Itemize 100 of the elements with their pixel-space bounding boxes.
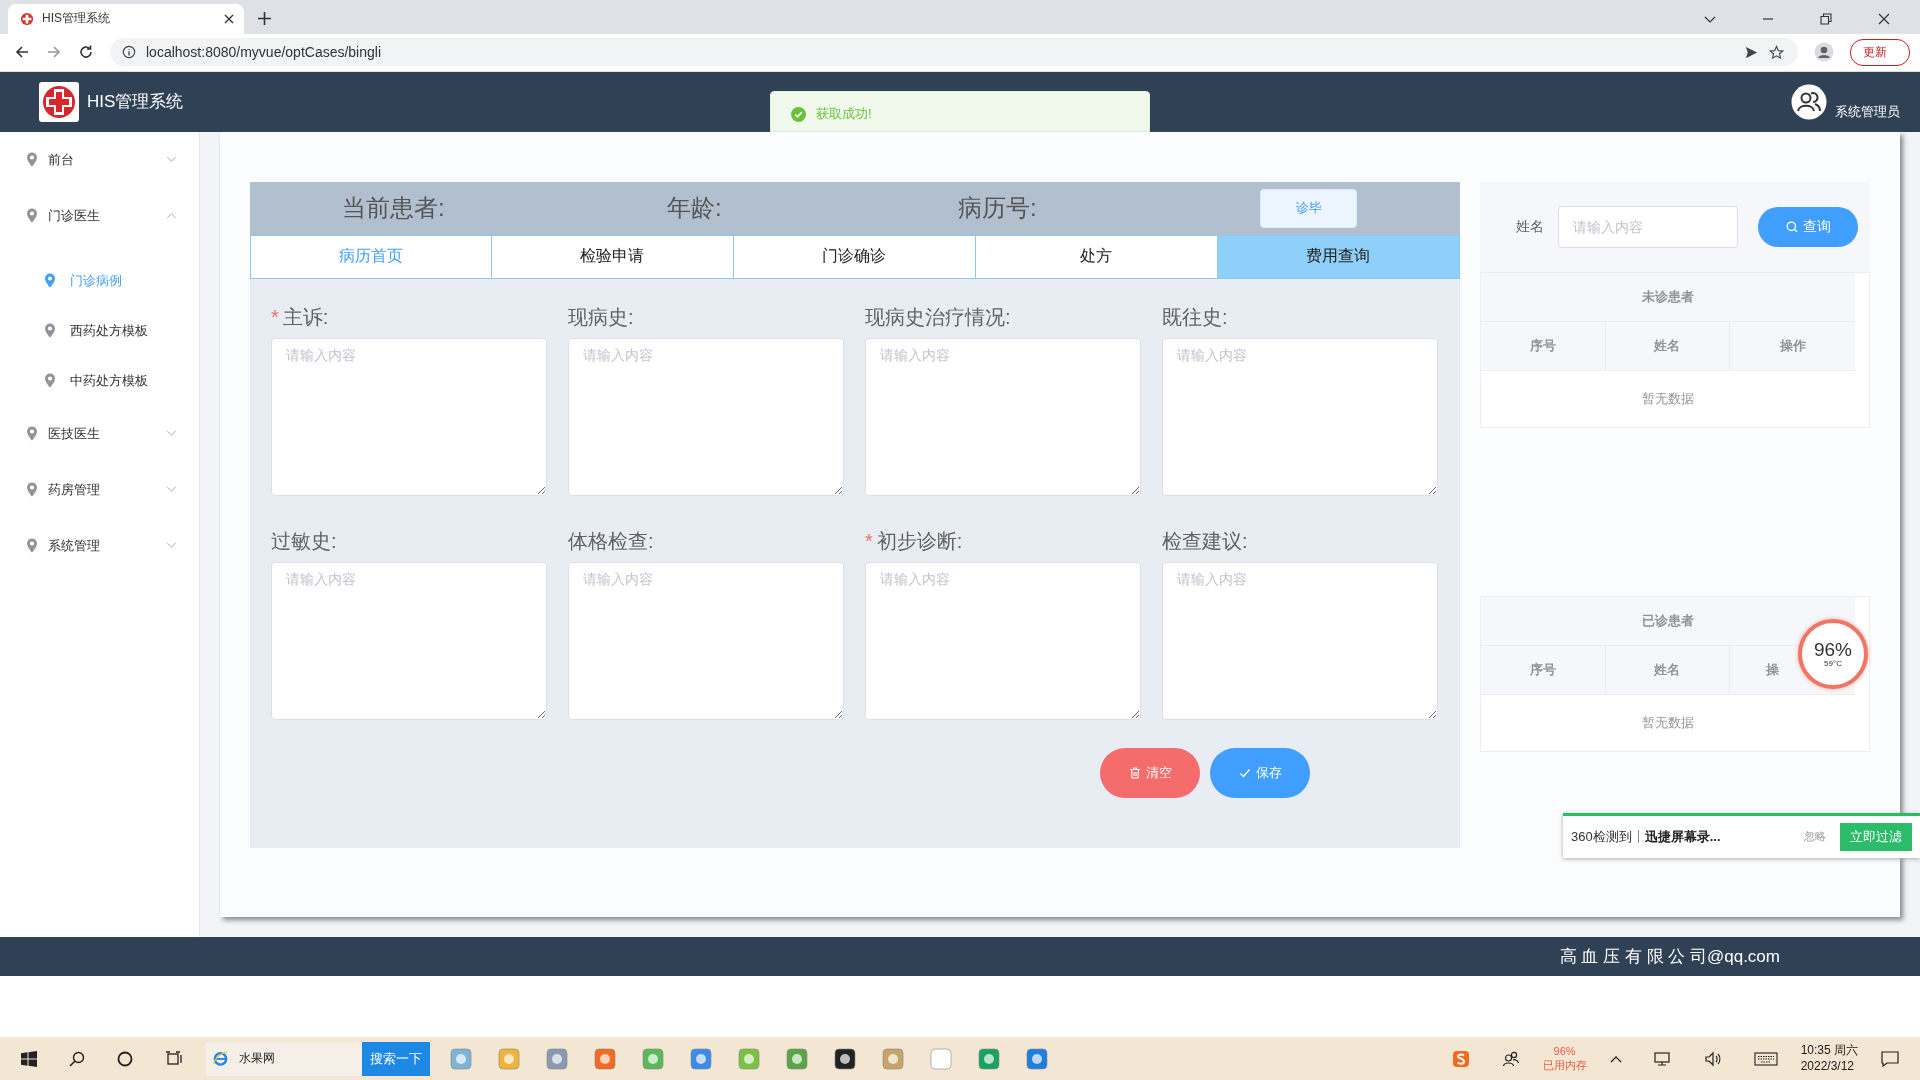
cross-icon — [20, 11, 34, 26]
star-icon[interactable] — [1769, 44, 1784, 60]
network-icon[interactable] — [1653, 1050, 1672, 1067]
chevron-up-icon[interactable] — [1609, 1054, 1622, 1063]
name-input[interactable]: 请输入内容 — [1558, 205, 1738, 248]
location-pin-icon — [44, 273, 56, 289]
text-area[interactable]: 请输入内容 — [865, 337, 1141, 496]
update-button[interactable]: 更新 — [1850, 38, 1910, 66]
notification-icon[interactable] — [1881, 1050, 1899, 1067]
location-pin-icon — [26, 426, 38, 442]
send-icon[interactable] — [1744, 44, 1759, 60]
field-label: 既往史: — [1162, 305, 1228, 328]
people-icon[interactable] — [1501, 1049, 1520, 1068]
field-label: 现病史治疗情况: — [865, 305, 1011, 328]
column-header: 操 — [1766, 660, 1780, 679]
menu-item[interactable]: 门诊医生 — [0, 187, 199, 244]
location-pin-icon — [26, 208, 38, 224]
column-header: 姓名 — [1654, 660, 1681, 679]
text-area[interactable]: 请输入内容 — [865, 561, 1141, 720]
success-icon — [791, 106, 806, 122]
clock-date: 2022/3/12 — [1800, 1058, 1855, 1075]
user-name: 系统管理员 — [1835, 102, 1900, 121]
sogou-icon[interactable] — [1451, 1049, 1470, 1068]
patient-field-label: 病历号: — [958, 193, 1038, 224]
user-avatar-icon[interactable] — [1791, 83, 1827, 120]
search-icon — [1785, 220, 1798, 233]
menu-item[interactable]: 系统管理 — [0, 517, 199, 574]
location-pin-icon — [44, 323, 56, 339]
reload-icon[interactable] — [78, 44, 94, 61]
info-icon — [122, 45, 136, 60]
text-area[interactable]: 请输入内容 — [1162, 337, 1438, 496]
table-title: 未诊患者 — [1481, 272, 1855, 322]
profile-icon[interactable] — [1814, 42, 1834, 63]
field-label: 体格检查: — [568, 529, 654, 552]
tab[interactable]: 门诊确诊 — [732, 234, 976, 279]
menu-item[interactable]: 药房管理 — [0, 461, 199, 518]
temperature-text: 59°C — [1824, 658, 1842, 668]
required-mark: * — [271, 305, 279, 328]
close-icon[interactable] — [224, 13, 234, 24]
taskbar-search-field[interactable]: 水果网 — [206, 1041, 362, 1076]
text-area[interactable]: 请输入内容 — [568, 561, 844, 720]
trash-icon — [1128, 766, 1141, 779]
task-view-icon[interactable] — [165, 1050, 183, 1067]
tab-title: HIS管理系统 — [42, 10, 111, 28]
restore-icon[interactable] — [1820, 12, 1832, 25]
column-header: 操作 — [1779, 336, 1806, 355]
speaker-icon[interactable] — [1703, 1050, 1722, 1067]
column-header: 姓名 — [1654, 336, 1681, 355]
chevron-down-icon — [166, 430, 177, 438]
patient-field-label: 当前患者: — [342, 193, 446, 224]
text-area[interactable]: 请输入内容 — [271, 561, 547, 720]
address-bar[interactable]: localhost:8080/myvue/optCases/bingli — [110, 38, 1798, 67]
search-icon[interactable] — [69, 1050, 85, 1067]
empty-text: 暂无数据 — [1641, 389, 1695, 408]
menu-item[interactable]: 医技医生 — [0, 405, 199, 462]
patient-field-label: 年龄: — [667, 193, 723, 224]
submenu-item[interactable]: 中药处方模板 — [0, 355, 199, 406]
windows-start-icon[interactable] — [21, 1050, 37, 1067]
column-header: 序号 — [1529, 660, 1556, 679]
footer-text: 高 血 压 有 限 公 司@qq.com — [1559, 946, 1780, 969]
menu-item[interactable]: 前台 — [0, 131, 199, 188]
memory-value: 96% — [1553, 1045, 1576, 1059]
memory-label: 已用内存 — [1542, 1058, 1587, 1072]
location-pin-icon — [26, 538, 38, 554]
cross-logo-icon — [39, 81, 79, 122]
text-area[interactable]: 请输入内容 — [271, 337, 547, 496]
app-title: HIS管理系统 — [87, 91, 184, 114]
url-text: localhost:8080/myvue/optCases/bingli — [146, 44, 382, 61]
name-label: 姓名 — [1516, 217, 1544, 236]
chevron-down-icon — [166, 542, 177, 550]
browser-tab[interactable]: HIS管理系统 — [8, 3, 244, 34]
toast-message: 获取成功! — [816, 105, 872, 123]
field-label: 检查建议: — [1162, 529, 1248, 552]
column-header: 序号 — [1529, 336, 1556, 355]
app-icon[interactable] — [834, 1047, 856, 1070]
keyboard-icon[interactable] — [1753, 1051, 1778, 1066]
close-icon[interactable] — [1878, 12, 1890, 25]
plus-icon[interactable] — [258, 12, 271, 26]
text-area[interactable]: 请输入内容 — [568, 337, 844, 496]
empty-text: 暂无数据 — [1641, 713, 1695, 732]
chevron-up-icon — [166, 212, 177, 220]
circle-icon[interactable] — [117, 1050, 133, 1067]
location-pin-icon — [26, 152, 38, 168]
field-label: 初步诊断: — [876, 529, 963, 552]
ie-icon — [212, 1050, 229, 1068]
tab[interactable]: 检验申请 — [490, 234, 734, 279]
field-label: 过敏史: — [271, 529, 337, 552]
field-label: 现病史: — [568, 305, 634, 328]
submenu-item[interactable]: 西药处方模板 — [0, 305, 199, 356]
check-icon — [1238, 766, 1251, 779]
popup-source: 360检测到 — [1571, 827, 1632, 846]
chevron-down-icon — [166, 486, 177, 494]
taskbar-search-button[interactable]: 搜索一下 — [362, 1041, 430, 1076]
field-label: 主诉: — [282, 305, 329, 328]
tab[interactable]: 处方 — [974, 234, 1218, 279]
clock-time: 10:35 周六 — [1800, 1042, 1858, 1059]
required-mark: * — [865, 529, 873, 552]
chevron-down-icon — [166, 156, 177, 164]
text-area[interactable]: 请输入内容 — [1162, 561, 1438, 720]
tab[interactable]: 费用查询 — [1216, 234, 1460, 279]
